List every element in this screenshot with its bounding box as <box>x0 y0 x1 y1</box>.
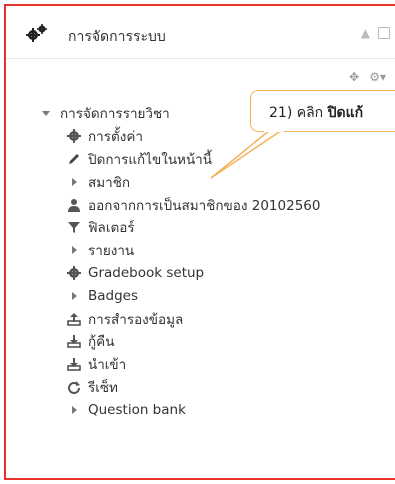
tree-item-gradebook-setup[interactable]: Gradebook setup <box>36 262 395 285</box>
upload-icon <box>64 312 84 326</box>
collapsed-arrow-icon <box>64 405 84 414</box>
collapsed-arrow-icon <box>64 291 84 300</box>
tree-item-filters[interactable]: ฟิลเตอร์ <box>36 216 395 239</box>
tree-item-restore[interactable]: กู้คืน <box>36 330 395 353</box>
tree-item-reports[interactable]: รายงาน <box>36 239 395 262</box>
tree-item-backup[interactable]: การสำรองข้อมูล <box>36 307 395 330</box>
tree-item-label: การสำรองข้อมูล <box>88 311 184 328</box>
administration-block: การจัดการระบบ ▲ ✥ ⚙▾ การจัดการรายวิชา กา… <box>4 4 395 480</box>
tree-item-import[interactable]: นำเข้า <box>36 353 395 376</box>
tree-item-badges[interactable]: Badges <box>36 284 395 307</box>
tree-item-reset[interactable]: รีเซ็ท <box>36 376 395 399</box>
tree-item-question-bank[interactable]: Question bank <box>36 398 395 421</box>
collapsed-arrow-icon <box>64 246 84 255</box>
tree-item-label: กู้คืน <box>88 334 115 351</box>
filter-icon <box>64 220 84 234</box>
tree-item-label: รีเซ็ท <box>88 379 118 396</box>
tree-item-label: รายงาน <box>88 243 135 260</box>
tree-item-label: Gradebook setup <box>88 264 205 281</box>
tree-item-label: ฟิลเตอร์ <box>88 220 135 237</box>
tree-item-label: นำเข้า <box>88 357 127 374</box>
refresh-icon <box>64 380 84 394</box>
callout-pointer <box>210 128 284 179</box>
gear-icon <box>64 265 84 280</box>
download-icon <box>64 357 84 371</box>
tree-item-label: Badges <box>88 287 139 304</box>
download-icon <box>64 334 84 349</box>
tree-item-label: Question bank <box>88 401 186 418</box>
